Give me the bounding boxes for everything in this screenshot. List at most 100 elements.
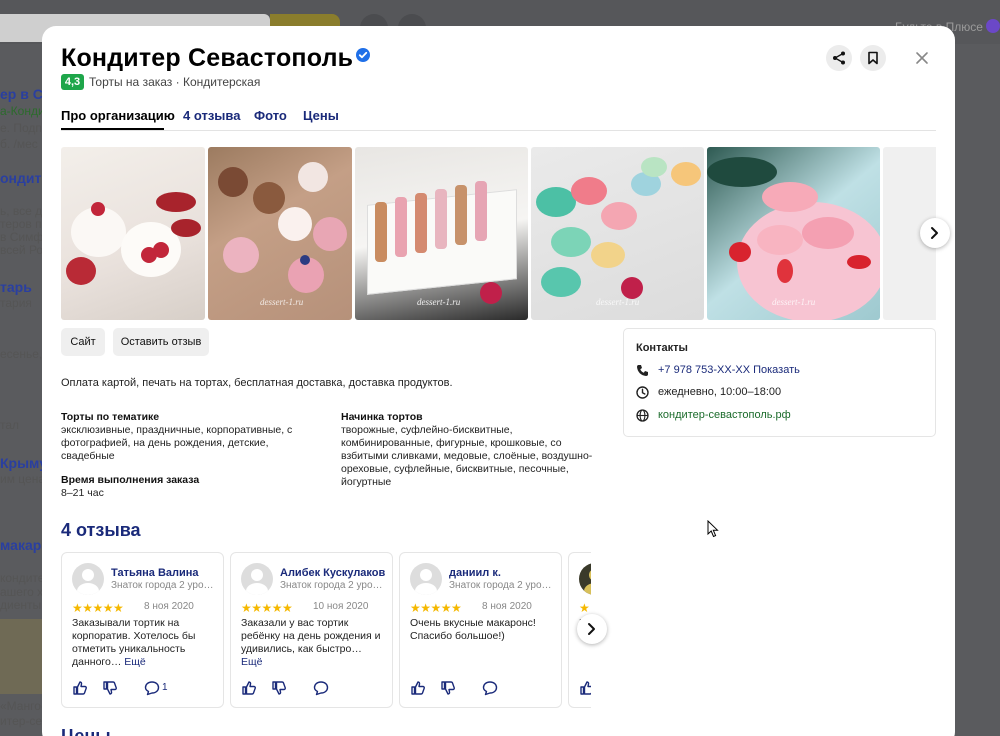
thumbs-up-icon[interactable]: [241, 680, 257, 696]
bg-snippet: есенье,: [0, 347, 42, 361]
share-button[interactable]: [826, 45, 852, 71]
bg-snippet: ер в Се: [0, 86, 42, 102]
thumbs-up-icon[interactable]: [579, 680, 591, 696]
review-more-link[interactable]: Ещё: [241, 656, 262, 668]
bg-snippet: ондите: [0, 170, 42, 186]
bg-result-image: [0, 619, 42, 694]
photo-watermark: dessert-1.ru: [772, 297, 816, 307]
reviews-heading[interactable]: 4 отзыва: [61, 520, 141, 541]
photo-cupcakes-box[interactable]: dessert-1.ru: [208, 147, 352, 320]
review-body: Заказали у вас тортик ребёнку на день ро…: [241, 617, 381, 655]
organization-category: Торты на заказ · Кондитерская: [89, 75, 261, 89]
feature-text: 8–21 час: [61, 487, 104, 499]
review-actions: 1: [72, 680, 217, 696]
bg-snippet: тарь: [0, 279, 32, 295]
website-link[interactable]: кондитер-севастополь.рф: [658, 409, 791, 421]
contacts-title: Контакты: [636, 342, 688, 354]
bg-snippet: тария: [0, 296, 32, 310]
reviewer-level: Знаток города 2 уро…: [449, 580, 552, 591]
bg-snippet: Крыму: [0, 455, 42, 471]
bg-snippet: макар: [0, 537, 42, 553]
tab-about[interactable]: Про организацию: [61, 108, 175, 123]
phone-text[interactable]: +7 978 753-XX-XX Показать: [658, 364, 800, 376]
tab-photos[interactable]: Фото: [254, 108, 287, 123]
feature-text: творожные, суфлейно-бисквитные, комбинир…: [341, 424, 593, 488]
bg-snippet: тал: [0, 418, 20, 432]
reviews-carousel: Татьяна Валина Знаток города 2 уро… ★★★★…: [61, 552, 591, 709]
background-plus-badge: [986, 19, 1000, 33]
verified-check-icon: [356, 48, 370, 62]
tabs-bar: Про организацию 4 отзыва Фото Цены: [61, 106, 936, 131]
review-actions: [410, 680, 555, 696]
tab-reviews[interactable]: 4 отзыва: [183, 108, 240, 123]
photo-macarons-box[interactable]: dessert-1.ru: [355, 147, 528, 320]
thumbs-up-icon[interactable]: [72, 680, 88, 696]
photo-macarons-pink-plate[interactable]: dessert-1.ru: [707, 147, 880, 320]
rating-stars: ★★★★★: [72, 601, 124, 615]
review-date: 8 ноя 2020: [482, 601, 532, 612]
comment-icon[interactable]: [144, 680, 160, 696]
bg-snippet: а-Конди: [0, 104, 42, 118]
leave-review-button[interactable]: Оставить отзыв: [113, 328, 209, 356]
photo-macarons-colorful[interactable]: dessert-1.ru: [531, 147, 704, 320]
thumbs-down-icon[interactable]: [102, 680, 118, 696]
reviewer-level: Знаток города 2 уро…: [111, 580, 214, 591]
feature-title: Начинка тортов: [341, 411, 423, 423]
hours-text: ежедневно, 10:00–18:00: [658, 386, 782, 398]
thumbs-down-icon[interactable]: [440, 680, 456, 696]
review-date: 10 ноя 2020: [313, 601, 369, 612]
rating-badge: 4,3: [61, 74, 84, 90]
comment-icon[interactable]: [482, 680, 498, 696]
feature-cake-fillings: Начинка тортов творожные, суфлейно-бискв…: [341, 411, 596, 489]
chevron-right-icon: [931, 227, 938, 239]
review-text: Заказывали тортик на корпоратив. Хотелос…: [72, 617, 217, 669]
organization-card: Кондитер Севастополь 4,3 Торты на заказ …: [42, 26, 955, 736]
rating-stars: ★★★★★: [241, 601, 293, 615]
thumbs-up-icon[interactable]: [410, 680, 426, 696]
feature-order-time: Время выполнения заказа 8–21 час: [61, 474, 311, 500]
bg-snippet: итер-сев: [0, 714, 42, 728]
photo-gallery: dessert-1.ru dessert-1.ru dessert-1.ru d…: [61, 147, 936, 320]
bg-snippet: им ценам: [0, 472, 42, 486]
bg-snippet: ашего хор: [0, 585, 42, 599]
reviewer-name[interactable]: даниил к.: [449, 567, 501, 579]
bookmark-button[interactable]: [860, 45, 886, 71]
tab-prices[interactable]: Цены: [303, 108, 339, 123]
review-card: Алибек Кускулаков Знаток города 2 уро… ★…: [230, 552, 393, 708]
bg-snippet: ь, все дл: [0, 204, 42, 218]
background-right-area: [955, 44, 1000, 736]
reviewer-name[interactable]: Татьяна Валина: [111, 567, 199, 579]
bg-snippet: теров по: [0, 217, 42, 231]
prices-heading[interactable]: Цены: [61, 726, 111, 736]
organization-title: Кондитер Севастополь: [61, 44, 354, 72]
comment-icon[interactable]: [313, 680, 329, 696]
services-description: Оплата картой, печать на тортах, бесплат…: [61, 377, 453, 389]
bg-snippet: б. /мес ·: [0, 137, 42, 151]
reviewer-name[interactable]: Алибек Кускулаков: [280, 567, 385, 579]
website-button[interactable]: Сайт: [61, 328, 105, 356]
bg-snippet: всей Ро: [0, 243, 42, 257]
avatar[interactable]: [72, 563, 104, 595]
review-text: Заказали у вас тортик ребёнку на день ро…: [241, 617, 386, 669]
close-icon[interactable]: [912, 48, 932, 68]
share-icon: [833, 51, 845, 65]
mouse-cursor-icon: [707, 520, 719, 538]
photo-cupcakes-raspberry[interactable]: [61, 147, 205, 320]
rating-stars: ★: [579, 601, 590, 615]
phone-icon: [637, 365, 648, 376]
photo-watermark: dessert-1.ru: [417, 297, 461, 307]
review-body: Очень вкусные макаронс! Спасибо большое!…: [410, 617, 536, 642]
reviews-next-button[interactable]: [577, 614, 607, 644]
bookmark-icon: [868, 51, 878, 65]
review-more-link[interactable]: Ещё: [124, 656, 145, 668]
review-card: Татьяна Валина Знаток города 2 уро… ★★★★…: [61, 552, 224, 708]
photos-next-button[interactable]: [920, 218, 950, 248]
background-results: ер в Се а-Конди е. Подп б. /мес · ондите…: [0, 44, 42, 736]
avatar[interactable]: [410, 563, 442, 595]
bg-snippet: кондите: [0, 571, 42, 585]
photo-watermark: dessert-1.ru: [260, 297, 304, 307]
bg-snippet: в Симф: [0, 230, 42, 244]
thumbs-down-icon[interactable]: [271, 680, 287, 696]
avatar[interactable]: [241, 563, 273, 595]
avatar[interactable]: [579, 563, 591, 595]
